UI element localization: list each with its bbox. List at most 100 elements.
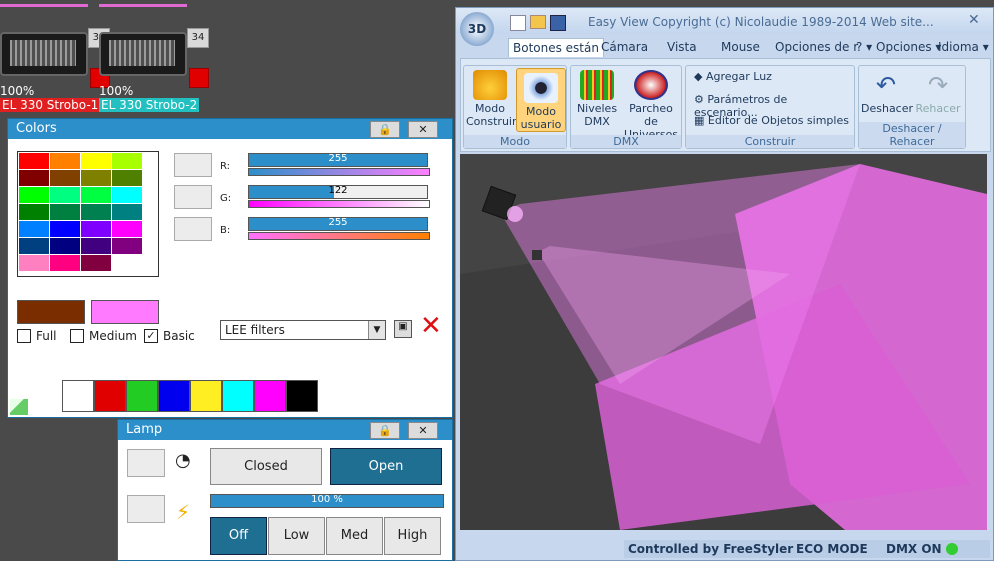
modo-usuario-button[interactable]: Modo usuario xyxy=(516,68,566,132)
palette-swatch[interactable] xyxy=(19,221,49,237)
palette-swatch[interactable] xyxy=(81,221,111,237)
ribbon-tab[interactable]: Cámara xyxy=(601,40,648,54)
channel-label: G: xyxy=(220,193,232,204)
3d-viewport[interactable] xyxy=(460,154,987,530)
current-color-swatch[interactable] xyxy=(91,300,159,324)
close-icon[interactable]: ✕ xyxy=(968,12,980,28)
niveles-dmx-button[interactable]: Niveles DMX xyxy=(573,70,621,128)
quick-color-swatch[interactable] xyxy=(222,380,254,412)
3d-scene[interactable] xyxy=(460,154,987,530)
editor-objetos-button[interactable]: ▦ Editor de Objetos simples xyxy=(694,114,849,127)
quick-color-swatch[interactable] xyxy=(286,380,318,412)
palette-swatch[interactable] xyxy=(112,255,142,271)
spotlight-fixture-2[interactable] xyxy=(532,250,542,260)
save-icon[interactable]: ▣ xyxy=(394,320,412,338)
quick-color-swatch[interactable] xyxy=(126,380,158,412)
palette-swatch[interactable] xyxy=(112,170,142,186)
quick-color-swatch[interactable] xyxy=(62,380,94,412)
palette-swatch[interactable] xyxy=(19,204,49,220)
close-icon[interactable]: ✕ xyxy=(408,422,438,439)
resize-icon[interactable] xyxy=(10,399,28,415)
palette-swatch[interactable] xyxy=(50,204,80,220)
open-folder-icon[interactable] xyxy=(530,15,546,29)
palette-swatch[interactable] xyxy=(19,153,49,169)
palette-swatch[interactable] xyxy=(50,255,80,271)
parcheo-universos-button[interactable]: Parcheo de Universos xyxy=(621,70,681,141)
save-icon[interactable] xyxy=(550,15,566,31)
quick-color-swatch[interactable] xyxy=(158,380,190,412)
ribbon-tab[interactable]: ? ▾ xyxy=(856,40,872,54)
palette-swatch[interactable] xyxy=(81,238,111,254)
channel-value: 122 xyxy=(328,185,348,196)
palette-swatch[interactable] xyxy=(50,153,80,169)
chevron-down-icon[interactable]: ▼ xyxy=(368,321,385,339)
palette-swatch[interactable] xyxy=(81,255,111,271)
lock-icon[interactable]: 🔒 xyxy=(370,121,400,138)
ribbon-tab[interactable]: Idioma ▾ xyxy=(938,40,989,54)
filter-select[interactable]: LEE filters ▼ xyxy=(220,320,386,340)
palette-swatch[interactable] xyxy=(112,187,142,203)
dmx-globe-icon xyxy=(634,70,668,100)
palette-swatch[interactable] xyxy=(112,221,142,237)
channel-slider[interactable]: 122 xyxy=(248,185,428,199)
palette-swatch[interactable] xyxy=(19,187,49,203)
app-logo-icon[interactable]: 3D xyxy=(460,12,494,46)
palette-swatch[interactable] xyxy=(112,153,142,169)
palette-swatch[interactable] xyxy=(19,238,49,254)
strobe-button[interactable] xyxy=(127,495,165,523)
lamp-panel-title-bar[interactable]: Lamp 🔒 ✕ xyxy=(118,420,452,440)
palette-swatch[interactable] xyxy=(50,170,80,186)
deshacer-button[interactable]: ↶ Deshacer xyxy=(861,70,913,115)
palette-swatch[interactable] xyxy=(112,238,142,254)
open-button[interactable]: Open xyxy=(330,448,442,485)
undo-icon: ↶ xyxy=(875,71,897,99)
delete-icon[interactable]: ✕ xyxy=(420,313,442,339)
palette-swatch[interactable] xyxy=(19,170,49,186)
shutter-button[interactable] xyxy=(127,449,165,477)
strobe-icon xyxy=(0,32,88,76)
palette-swatch[interactable] xyxy=(50,238,80,254)
channel-slider[interactable]: 255 xyxy=(248,153,428,167)
ribbon-group-dmx: Niveles DMX Parcheo de Universos DMX xyxy=(570,65,682,149)
checkbox-basic[interactable]: ✓ xyxy=(144,329,158,343)
level-off-button[interactable]: Off xyxy=(210,517,267,555)
palette-swatch[interactable] xyxy=(50,221,80,237)
level-med-button[interactable]: Med xyxy=(326,517,383,555)
quick-color-swatch[interactable] xyxy=(190,380,222,412)
gear-icon: ⚙ xyxy=(694,93,708,106)
colors-panel-title-bar[interactable]: Colors 🔒 ✕ xyxy=(8,119,452,139)
rehacer-button[interactable]: ↷ Rehacer xyxy=(913,70,963,115)
previous-color-swatch[interactable] xyxy=(17,300,85,324)
modo-construir-button[interactable]: Modo Construir xyxy=(466,70,517,128)
agregar-luz-button[interactable]: ◆ Agregar Luz xyxy=(694,70,772,83)
palette-swatch[interactable] xyxy=(19,255,49,271)
channel-slider[interactable]: 255 xyxy=(248,217,428,231)
palette-swatch[interactable] xyxy=(81,153,111,169)
lamp-progress-bar: 100 % xyxy=(210,494,444,508)
palette-swatch[interactable] xyxy=(50,187,80,203)
quick-color-swatch[interactable] xyxy=(94,380,126,412)
checkbox-full[interactable] xyxy=(17,329,31,343)
lock-icon[interactable]: 🔒 xyxy=(370,422,400,439)
closed-button[interactable]: Closed xyxy=(210,448,322,485)
quick-color-swatch[interactable] xyxy=(254,380,286,412)
ribbon-tab[interactable]: Opciones ▾ xyxy=(876,40,941,54)
ribbon-tab[interactable]: Opciones de r xyxy=(775,40,858,54)
ribbon-group-construir: ◆ Agregar Luz ⚙ Parámetros de escenario.… xyxy=(685,65,855,149)
checkbox-medium[interactable] xyxy=(70,329,84,343)
ribbon-tab[interactable]: Botones están xyxy=(508,38,604,57)
palette-swatch[interactable] xyxy=(81,204,111,220)
level-high-button[interactable]: High xyxy=(384,517,441,555)
new-file-icon[interactable] xyxy=(510,15,526,31)
window-title: Easy View Copyright (c) Nicolaudie 1989-… xyxy=(588,15,934,29)
channel-picker-button[interactable] xyxy=(174,185,212,209)
palette-swatch[interactable] xyxy=(81,187,111,203)
palette-swatch[interactable] xyxy=(112,204,142,220)
close-icon[interactable]: ✕ xyxy=(408,121,438,138)
channel-picker-button[interactable] xyxy=(174,217,212,241)
level-low-button[interactable]: Low xyxy=(268,517,325,555)
ribbon-tab[interactable]: Vista xyxy=(667,40,697,54)
ribbon-tab[interactable]: Mouse xyxy=(721,40,760,54)
palette-swatch[interactable] xyxy=(81,170,111,186)
channel-picker-button[interactable] xyxy=(174,153,212,177)
